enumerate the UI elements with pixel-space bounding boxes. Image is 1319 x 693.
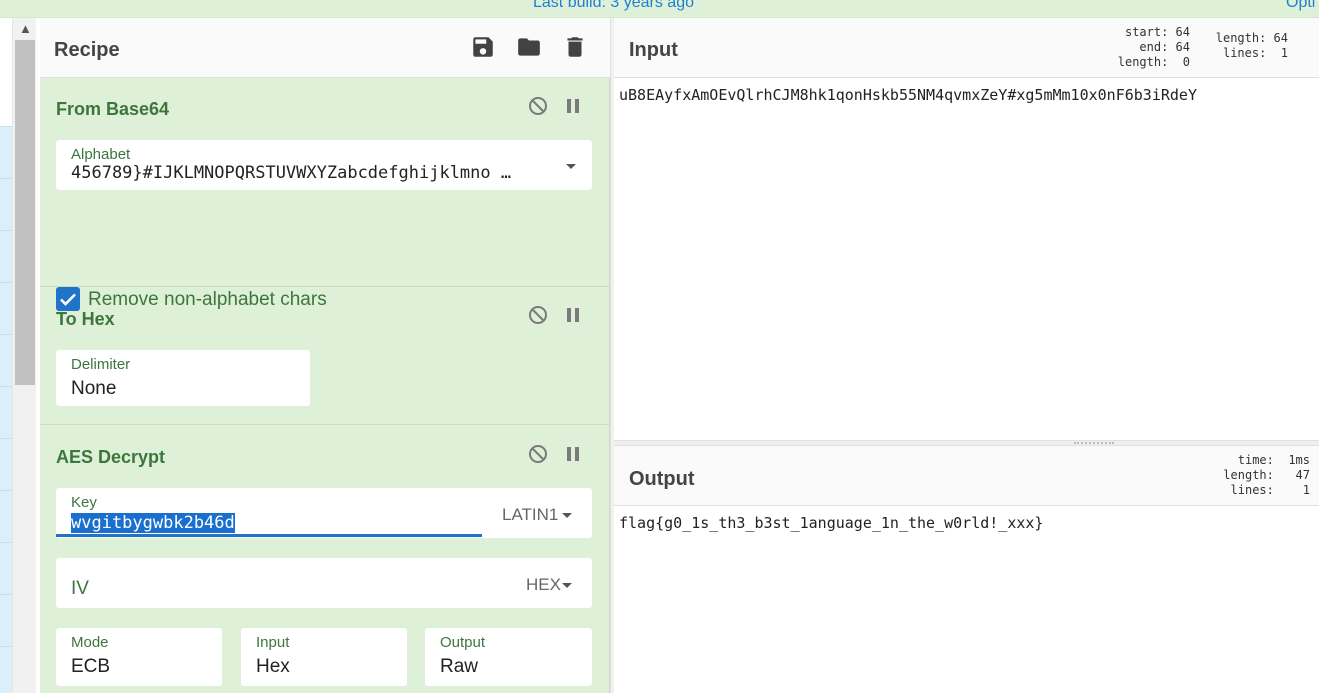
output-header: Output time: 1ms length: 47 lines: 1 bbox=[614, 446, 1319, 506]
output-title: Output bbox=[629, 468, 695, 490]
op-name: AES Decrypt bbox=[56, 447, 166, 467]
options-link[interactable]: Opti bbox=[1286, 0, 1315, 12]
input-format-label: Input bbox=[256, 634, 290, 651]
input-header: Input start: 64 end: 64 length: 0 length… bbox=[614, 18, 1319, 78]
pause-op-icon[interactable] bbox=[567, 99, 581, 115]
operations-strip bbox=[0, 18, 12, 693]
key-encoding-dropdown[interactable]: LATIN1 bbox=[502, 505, 558, 525]
scroll-up-arrow-icon[interactable]: ▲ bbox=[19, 21, 32, 36]
input-format-select[interactable]: Input Hex bbox=[241, 628, 407, 686]
disable-op-icon[interactable] bbox=[528, 96, 548, 116]
input-length-stats: length: 64 lines: 1 bbox=[1215, 31, 1288, 60]
operations-scrollbar[interactable]: ▲ bbox=[12, 18, 36, 693]
alphabet-value: 456789}#IJKLMNOPQRSTUVWXYZabcdefghijklmn… bbox=[71, 163, 512, 183]
output-format-value: Raw bbox=[440, 656, 479, 677]
output-stats: time: 1ms length: 47 lines: 1 bbox=[1223, 453, 1310, 497]
input-title: Input bbox=[629, 39, 678, 61]
delimiter-select[interactable]: Delimiter None bbox=[56, 350, 310, 406]
chevron-down-icon[interactable] bbox=[562, 513, 572, 518]
output-format-label: Output bbox=[440, 634, 486, 651]
op-name: From Base64 bbox=[56, 99, 170, 119]
last-build-text: Last build: 3 years ago bbox=[533, 0, 694, 11]
disable-op-icon[interactable] bbox=[528, 305, 548, 325]
pause-op-icon[interactable] bbox=[567, 447, 581, 463]
op-to-hex: To Hex Delimiter None bbox=[40, 287, 610, 425]
mode-select[interactable]: Mode ECB bbox=[56, 628, 222, 686]
input-text: uB8EAyfxAmOEvQlrhCJM8hk1qonHskb55NM4qvmx… bbox=[619, 86, 1197, 104]
op-aes-decrypt: AES Decrypt Key wvgitbygwbk2b46d LATIN1 … bbox=[40, 425, 610, 693]
recipe-panel: Recipe From Base64 Alphabet 456789}#IJKL… bbox=[40, 18, 610, 693]
chevron-down-icon[interactable] bbox=[566, 164, 576, 169]
iv-field[interactable]: IV HEX bbox=[56, 558, 592, 608]
output-text: flag{g0_1s_th3_b3st_1anguage_1n_the_w0rl… bbox=[619, 514, 1044, 532]
disable-op-icon[interactable] bbox=[528, 444, 548, 464]
key-label: Key bbox=[71, 494, 97, 511]
key-focus-underline bbox=[56, 534, 482, 537]
input-format-value: Hex bbox=[256, 656, 290, 677]
iv-encoding-dropdown[interactable]: HEX bbox=[526, 575, 561, 595]
folder-icon[interactable] bbox=[516, 34, 542, 60]
iv-label: IV bbox=[71, 578, 89, 599]
operations-highlight bbox=[0, 126, 12, 693]
key-field[interactable]: Key wvgitbygwbk2b46d LATIN1 bbox=[56, 488, 592, 538]
top-bar: Last build: 3 years ago Opti bbox=[0, 0, 1319, 18]
save-icon[interactable] bbox=[470, 34, 496, 60]
trash-icon[interactable] bbox=[562, 34, 588, 60]
alphabet-select[interactable]: Alphabet 456789}#IJKLMNOPQRSTUVWXYZabcde… bbox=[56, 140, 592, 190]
key-value: wvgitbygwbk2b46d bbox=[71, 513, 235, 533]
op-name: To Hex bbox=[56, 309, 115, 329]
key-input[interactable]: wvgitbygwbk2b46d bbox=[71, 513, 235, 533]
mode-value: ECB bbox=[71, 656, 111, 677]
splitter-grip[interactable] bbox=[1074, 442, 1114, 444]
pause-op-icon[interactable] bbox=[567, 308, 581, 324]
op-from-base64: From Base64 Alphabet 456789}#IJKLMNOPQRS… bbox=[40, 78, 610, 311]
mode-label: Mode bbox=[71, 634, 109, 651]
input-selection-stats: start: 64 end: 64 length: 0 bbox=[1117, 25, 1190, 69]
output-textarea[interactable]: flag{g0_1s_th3_b3st_1anguage_1n_the_w0rl… bbox=[614, 506, 1319, 693]
output-format-select[interactable]: Output Raw bbox=[425, 628, 592, 686]
input-textarea[interactable]: uB8EAyfxAmOEvQlrhCJM8hk1qonHskb55NM4qvmx… bbox=[614, 78, 1319, 440]
delimiter-value: None bbox=[71, 378, 117, 399]
alphabet-label: Alphabet bbox=[71, 146, 131, 163]
recipe-title: Recipe bbox=[54, 39, 120, 61]
chevron-down-icon[interactable] bbox=[562, 583, 572, 588]
scrollbar-thumb[interactable] bbox=[15, 40, 35, 385]
recipe-header: Recipe bbox=[40, 18, 610, 78]
delimiter-label: Delimiter bbox=[71, 356, 131, 373]
